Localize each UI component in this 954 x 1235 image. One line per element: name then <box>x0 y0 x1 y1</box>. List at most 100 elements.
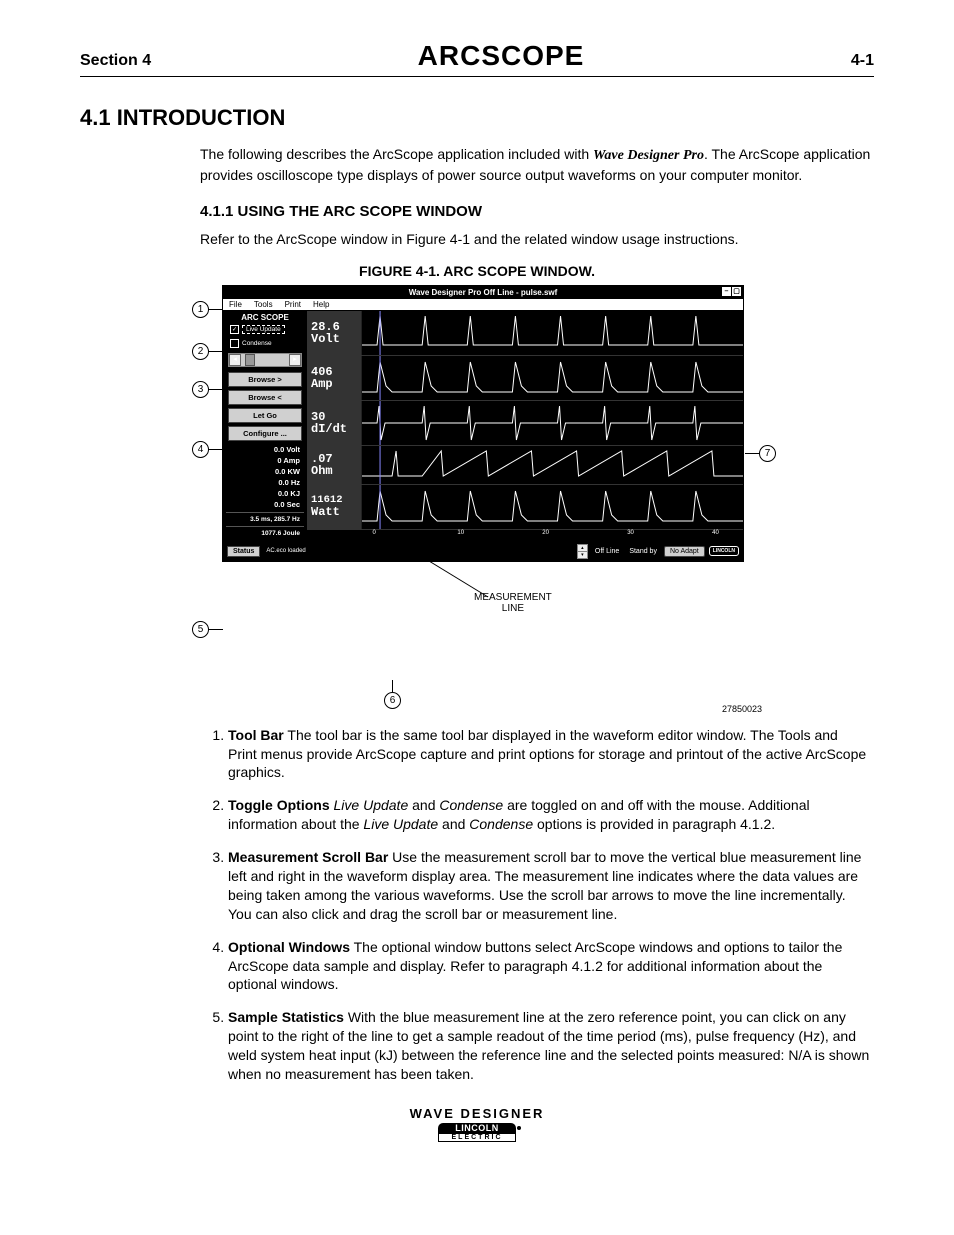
side-stat: 0.0 Hz <box>226 477 304 488</box>
t: Live Update <box>363 816 438 832</box>
reading-value: 406 <box>311 366 333 378</box>
xtick: 40 <box>712 530 719 536</box>
xtick: 0 <box>372 530 375 536</box>
configure-button[interactable]: Configure ... <box>228 426 302 441</box>
menu-file[interactable]: File <box>229 300 242 309</box>
waveform-ohm[interactable] <box>362 446 743 484</box>
live-update-label: Live Update <box>242 325 285 334</box>
checkbox-icon <box>230 325 239 334</box>
header-title: ARCSCOPE <box>418 40 585 72</box>
item-title: Toggle Options <box>228 797 330 813</box>
list-item: Tool Bar The tool bar is the same tool b… <box>228 726 874 783</box>
side-stat: 0 Amp <box>226 455 304 466</box>
header-section: Section 4 <box>80 52 151 70</box>
callout-7: 7 <box>745 445 776 462</box>
status-standby: Stand by <box>626 548 660 555</box>
callout-num-3: 3 <box>192 381 209 398</box>
side-stat: 3.5 ms, 285.7 Hz <box>226 515 304 524</box>
list-item: Measurement Scroll Bar Use the measureme… <box>228 848 874 924</box>
scroll-vert-icon[interactable]: ▴▾ <box>577 544 588 559</box>
list-item: Optional Windows The optional window but… <box>228 938 874 995</box>
lincoln-logo-icon: LINCOLN <box>709 546 739 556</box>
trace-row-ohm: .07 Ohm <box>307 446 743 485</box>
scroll-right-icon[interactable]: ▸ <box>289 354 301 366</box>
reading-value: 28.6 <box>311 321 340 333</box>
browse-forward-button[interactable]: Browse > <box>228 372 302 387</box>
menu-tools[interactable]: Tools <box>254 300 273 309</box>
section-4-1-1-title: 4.1.1 USING THE ARC SCOPE WINDOW <box>200 203 874 220</box>
maximize-button[interactable]: ▢ <box>732 287 741 296</box>
waveform-volt[interactable] <box>362 311 743 355</box>
status-bar: Status AC.eco loaded ▴▾ Off Line Stand b… <box>223 542 743 561</box>
window-controls: – ▢ <box>722 287 741 296</box>
toggle-condense[interactable]: Condense <box>230 339 304 348</box>
intro-text-a: The following describes the ArcScope app… <box>200 146 593 162</box>
menu-help[interactable]: Help <box>313 300 329 309</box>
status-text: AC.eco loaded <box>266 548 305 554</box>
t: and <box>408 797 439 813</box>
side-stat: 0.0 Volt <box>226 444 304 455</box>
t: Condense <box>469 816 533 832</box>
reading-didt: 30 dI/dt <box>307 401 362 445</box>
waveform-watt[interactable] <box>362 485 743 529</box>
side-stat: 1077.6 Joule <box>226 529 304 538</box>
menu-print[interactable]: Print <box>285 300 301 309</box>
condense-label: Condense <box>242 340 272 347</box>
trace-row-watt: 11612 Watt <box>307 485 743 530</box>
callout-num-2: 2 <box>192 343 209 360</box>
callout-num-4: 4 <box>192 441 209 458</box>
list-item: Toggle Options Live Update and Condense … <box>228 796 874 834</box>
window-titlebar[interactable]: Wave Designer Pro Off Line - pulse.swf –… <box>223 286 743 299</box>
measurement-label-2: LINE <box>502 603 524 614</box>
xtick: 10 <box>457 530 464 536</box>
callout-1: 1 <box>192 301 223 318</box>
measurement-label-1: MEASUREMENT <box>474 592 552 603</box>
callout-2: 2 <box>192 343 223 360</box>
window-title: Wave Designer Pro Off Line - pulse.swf <box>409 288 558 297</box>
scroll-left-icon[interactable]: ◂ <box>229 354 241 366</box>
t: options is provided in paragraph 4.1.2. <box>533 816 775 832</box>
reading-unit: dI/dt <box>311 423 347 435</box>
item-title: Optional Windows <box>228 939 350 955</box>
page-footer: WAVE DESIGNER LINCOLN ELECTRIC <box>80 1106 874 1142</box>
logo-top: LINCOLN <box>438 1123 516 1133</box>
lincoln-electric-logo: LINCOLN ELECTRIC <box>438 1123 516 1142</box>
scroll-track[interactable] <box>241 354 289 366</box>
side-stat: 0.0 KW <box>226 466 304 477</box>
let-go-button[interactable]: Let Go <box>228 408 302 423</box>
callout-5: 5 <box>192 621 223 638</box>
figure-caption: FIGURE 4-1. ARC SCOPE WINDOW. <box>80 263 874 279</box>
callout-num-6: 6 <box>384 692 401 709</box>
callout-num-1: 1 <box>192 301 209 318</box>
minimize-button[interactable]: – <box>722 287 731 296</box>
callout-3: 3 <box>192 381 223 398</box>
panel-title: ARC SCOPE <box>226 313 304 322</box>
reading-unit: Amp <box>311 378 333 390</box>
brand-wavedesignerpro: Wave Designer Pro <box>593 148 704 163</box>
figure-4-1: 1 2 3 4 5 6 7 MEASUREMENT LINE Wave Desi… <box>192 285 762 710</box>
callout-4: 4 <box>192 441 223 458</box>
item-title: Sample Statistics <box>228 1009 344 1025</box>
waveform-didt[interactable] <box>362 401 743 445</box>
status-noadapt-button[interactable]: No Adapt <box>664 546 705 557</box>
logo-bottom: ELECTRIC <box>438 1133 516 1142</box>
item-body: The tool bar is the same tool bar displa… <box>228 727 866 781</box>
reading-unit: Ohm <box>311 465 333 477</box>
toggle-live-update[interactable]: Live Update <box>230 325 304 334</box>
item-title: Tool Bar <box>228 727 284 743</box>
xtick: 30 <box>627 530 634 536</box>
waveform-amp[interactable] <box>362 356 743 400</box>
xtick: 20 <box>542 530 549 536</box>
header-page: 4-1 <box>851 52 874 70</box>
measurement-scroll-bar[interactable]: ◂ ▸ <box>228 353 302 367</box>
instructions-list: Tool Bar The tool bar is the same tool b… <box>228 726 874 1084</box>
browse-back-button[interactable]: Browse < <box>228 390 302 405</box>
side-stat: 0.0 Sec <box>226 499 304 510</box>
callout-num-7: 7 <box>759 445 776 462</box>
scroll-thumb[interactable] <box>245 354 255 366</box>
checkbox-icon <box>230 339 239 348</box>
status-offline: Off Line <box>592 548 622 555</box>
side-stat: 0.0 KJ <box>226 488 304 499</box>
figure-id: 27850023 <box>722 704 762 714</box>
item-title: Measurement Scroll Bar <box>228 849 388 865</box>
